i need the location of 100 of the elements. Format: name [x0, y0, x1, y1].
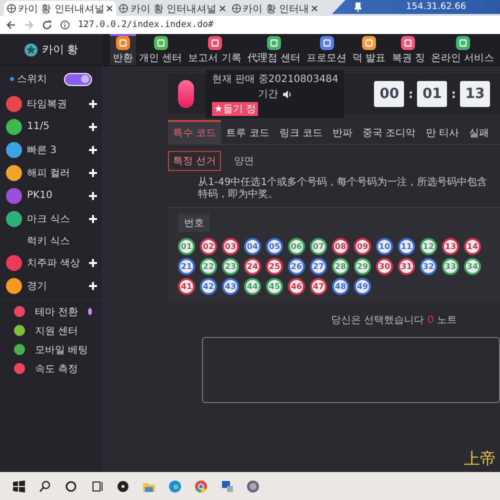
game-menu-item[interactable]: 빠른 3: [0, 138, 102, 161]
number-ball[interactable]: 25: [266, 258, 283, 275]
close-icon[interactable]: [106, 5, 114, 12]
rule-text: 从1-49中任选1个或多个号码，每个号码为一注，所选号码中包含特码，即为中奖。: [197, 177, 488, 201]
back-icon[interactable]: [6, 20, 16, 30]
circle-icon[interactable]: [64, 480, 78, 492]
number-ball[interactable]: 03: [222, 238, 239, 255]
number-ball[interactable]: 42: [200, 278, 217, 295]
browser-tab[interactable]: 카이 황 인터내셔널: [4, 1, 116, 16]
number-ball[interactable]: 48: [332, 278, 349, 295]
tool-menu-item[interactable]: 지원 센터: [0, 321, 102, 340]
number-ball[interactable]: 49: [354, 278, 371, 295]
game-menu-item[interactable]: 11/5: [0, 115, 102, 138]
game-menu-item[interactable]: PK10: [0, 184, 102, 207]
number-ball[interactable]: 07: [310, 238, 327, 255]
number-ball[interactable]: 45: [266, 278, 283, 295]
number-ball[interactable]: 04: [244, 238, 261, 255]
game-menu-item[interactable]: 타임복권: [0, 92, 102, 115]
number-ball[interactable]: 26: [288, 258, 305, 275]
number-ball[interactable]: 33: [442, 258, 459, 275]
nav-item[interactable]: 온라인 서비스: [428, 34, 498, 65]
nav-item[interactable]: 보고서 기록: [185, 34, 244, 65]
computer-icon[interactable]: [220, 480, 234, 492]
address-field[interactable]: 127.0.0.2/index.index.do#: [78, 20, 214, 30]
globe-icon: [7, 4, 16, 13]
plus-icon: [89, 146, 97, 154]
round-app-icon[interactable]: [246, 480, 260, 492]
game-menu-item[interactable]: 치주파 색상: [0, 251, 102, 274]
game-menu-item[interactable]: 해피 컬러: [0, 161, 102, 184]
number-ball[interactable]: 13: [442, 238, 459, 255]
glyph-icon: [210, 39, 219, 47]
game-submenu-item[interactable]: 럭키 식스: [0, 230, 102, 251]
tool-menu-item[interactable]: 모바일 베팅: [0, 340, 102, 359]
number-ball[interactable]: 28: [332, 258, 349, 275]
period-label: 기간: [258, 88, 278, 101]
glyph-icon: [458, 39, 467, 47]
search-icon[interactable]: [38, 480, 52, 492]
number-ball[interactable]: 22: [200, 258, 217, 275]
number-ball[interactable]: 29: [354, 258, 371, 275]
game-menu-item[interactable]: 경기: [0, 274, 102, 297]
reload-icon[interactable]: [42, 20, 52, 30]
windows-icon[interactable]: [12, 480, 26, 492]
number-ball[interactable]: 12: [420, 238, 437, 255]
number-ball[interactable]: 41: [178, 278, 195, 295]
number-ball[interactable]: 34: [464, 258, 481, 275]
tool-menu-item[interactable]: 테마 전환: [0, 302, 102, 321]
toggle-switch[interactable]: [64, 72, 92, 86]
play-tab[interactable]: 반파: [328, 120, 358, 144]
nav-item[interactable]: 반환: [110, 34, 136, 65]
number-ball[interactable]: 21: [178, 258, 195, 275]
number-ball[interactable]: 01: [178, 238, 195, 255]
glyph-icon: [404, 39, 412, 47]
notes-field[interactable]: [202, 337, 500, 403]
number-ball[interactable]: 24: [244, 258, 261, 275]
nav-item[interactable]: 복권 징: [388, 34, 428, 65]
number-ball[interactable]: 10: [376, 238, 393, 255]
number-ball[interactable]: 31: [398, 258, 415, 275]
number-ball[interactable]: 08: [332, 238, 349, 255]
number-ball[interactable]: 09: [354, 238, 371, 255]
number-ball[interactable]: 32: [420, 258, 437, 275]
play-tab[interactable]: 실패: [464, 120, 494, 144]
pin-icon[interactable]: [354, 2, 362, 12]
number-ball[interactable]: 43: [222, 278, 239, 295]
close-icon[interactable]: [218, 5, 226, 12]
corner-text: 上帝: [464, 449, 496, 470]
number-ball[interactable]: 05: [266, 238, 283, 255]
number-ball[interactable]: 06: [288, 238, 305, 255]
nav-item[interactable]: 덕 발표: [350, 34, 389, 65]
play-tab[interactable]: 링크 코드: [274, 120, 328, 144]
bullet-dot: [10, 77, 14, 81]
task-view-icon[interactable]: [90, 480, 104, 492]
number-ball[interactable]: 14: [464, 238, 481, 255]
nav-item[interactable]: 개인 센터: [136, 34, 186, 65]
countdown-digits: 01: [417, 81, 448, 107]
play-tab[interactable]: 중국 조디악: [358, 120, 421, 144]
edge-icon[interactable]: [168, 480, 182, 492]
number-ball[interactable]: 02: [200, 238, 217, 255]
close-icon[interactable]: [311, 5, 318, 12]
nav-item[interactable]: 代理점 센터: [244, 34, 304, 65]
browser-tab[interactable]: 카이 황 인터내셔널: [116, 1, 229, 16]
speaker-icon[interactable]: [282, 90, 292, 98]
number-ball[interactable]: 11: [398, 238, 415, 255]
browser-tab[interactable]: 카이 황 인터내: [228, 1, 322, 16]
tool-menu-item[interactable]: 속도 측정: [0, 359, 102, 378]
number-ball[interactable]: 30: [376, 258, 393, 275]
number-ball[interactable]: 27: [310, 258, 327, 275]
chrome-icon[interactable]: [194, 480, 208, 492]
game-menu-item[interactable]: 마크 식스: [0, 207, 102, 230]
play-tab[interactable]: 트루 코드: [221, 120, 274, 144]
plus-icon: [89, 282, 97, 290]
plus-icon: [89, 258, 97, 266]
nav-item[interactable]: 프로모션: [304, 34, 350, 65]
number-ball[interactable]: 46: [288, 278, 305, 295]
number-ball[interactable]: 47: [310, 278, 327, 295]
play-tab[interactable]: 만 티사: [420, 120, 464, 144]
number-ball[interactable]: 23: [222, 258, 239, 275]
sub-tab[interactable]: 특정 선거: [168, 151, 222, 171]
sub-tab[interactable]: 양면: [229, 151, 260, 171]
number-ball[interactable]: 44: [244, 278, 261, 295]
play-tab[interactable]: 특수 코드: [168, 120, 222, 144]
